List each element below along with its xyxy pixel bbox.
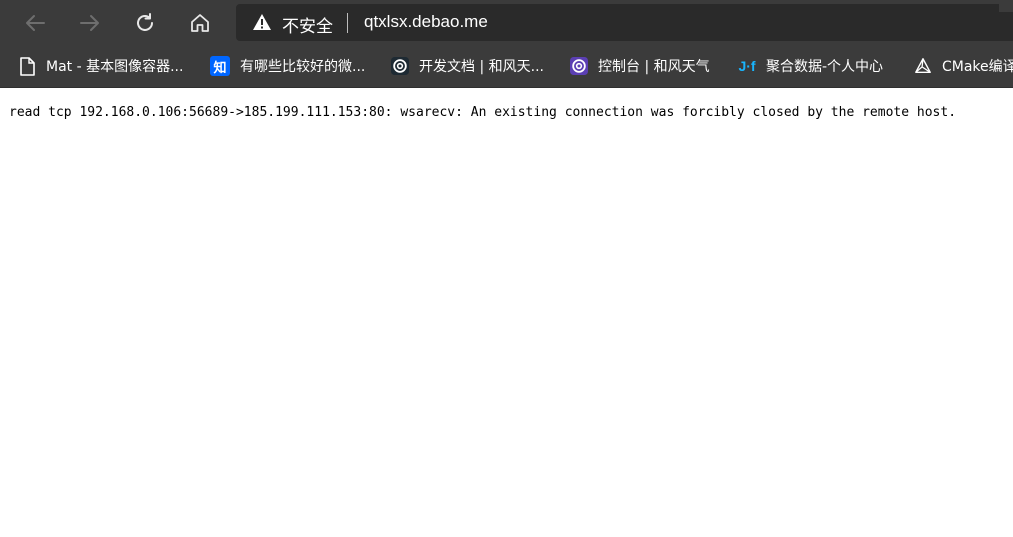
qweather-console-icon bbox=[570, 57, 588, 75]
zhihu-icon: 知 bbox=[210, 56, 230, 76]
bookmark-label: 有哪些比较好的微... bbox=[240, 59, 366, 75]
bookmark-label: 开发文档 | 和风天... bbox=[419, 59, 544, 75]
bookmark-label: Mat - 基本图像容器... bbox=[46, 59, 184, 75]
reload-button[interactable] bbox=[128, 6, 162, 40]
cmake-icon bbox=[914, 57, 932, 75]
qweather-icon bbox=[391, 57, 409, 75]
bookmark-mat[interactable]: Mat - 基本图像容器... bbox=[18, 45, 183, 87]
bookmark-label: 控制台 | 和风天气 bbox=[598, 59, 710, 75]
warning-icon[interactable] bbox=[252, 13, 272, 36]
window-corner bbox=[999, 0, 1013, 12]
url-text[interactable]: qtxlsx.debao.me bbox=[364, 12, 488, 32]
error-message: read tcp 192.168.0.106:56689->185.199.11… bbox=[9, 105, 957, 120]
address-separator bbox=[347, 13, 348, 33]
bookmark-label: 聚合数据-个人中心 bbox=[766, 59, 884, 75]
juhe-icon: J·f bbox=[738, 58, 756, 74]
bookmarks-bar: Mat - 基本图像容器... 知 有哪些比较好的微... 开发文档 | 和风天… bbox=[0, 45, 1013, 88]
back-button[interactable] bbox=[18, 6, 52, 40]
bookmark-cmake[interactable]: CMake编译 bbox=[914, 45, 1013, 87]
back-arrow-icon bbox=[26, 15, 45, 31]
forward-arrow-icon bbox=[80, 15, 99, 31]
page-icon bbox=[18, 56, 36, 76]
bookmark-zhihu[interactable]: 知 有哪些比较好的微... bbox=[210, 45, 365, 87]
bookmark-label: CMake编译 bbox=[942, 59, 1013, 75]
security-status-label[interactable]: 不安全 bbox=[282, 12, 333, 37]
home-icon bbox=[191, 14, 209, 32]
bookmark-qweather-console[interactable]: 控制台 | 和风天气 bbox=[570, 45, 710, 87]
forward-button[interactable] bbox=[73, 6, 107, 40]
reload-icon bbox=[137, 13, 153, 31]
home-button[interactable] bbox=[183, 6, 217, 40]
bookmark-juhe[interactable]: J·f 聚合数据-个人中心 bbox=[738, 45, 883, 87]
browser-toolbar: 不安全 qtxlsx.debao.me bbox=[0, 0, 1013, 45]
address-bar[interactable]: 不安全 qtxlsx.debao.me bbox=[236, 4, 1013, 41]
bookmark-qweather-docs[interactable]: 开发文档 | 和风天... bbox=[391, 45, 544, 87]
